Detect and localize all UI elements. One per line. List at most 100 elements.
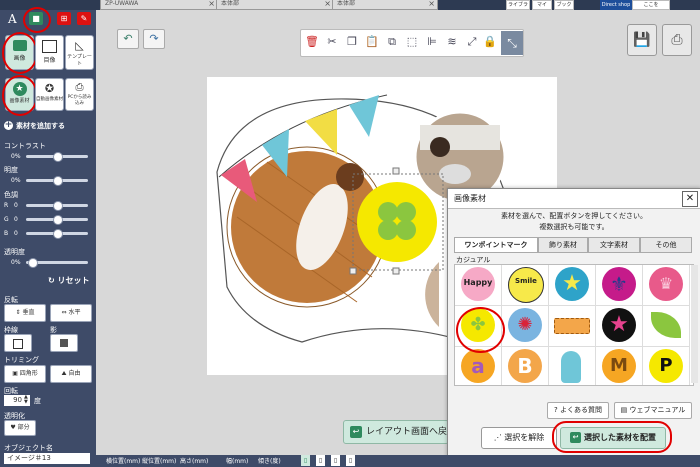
star-badge-icon: ★	[555, 267, 589, 301]
lock-icon[interactable]: 🔒	[483, 35, 497, 49]
select-icon[interactable]: ⬚	[405, 35, 419, 49]
trim-rect-button[interactable]: ▣ 四角形	[4, 365, 46, 383]
reset-button[interactable]: ↻ リセット	[48, 275, 90, 286]
shop-button[interactable]: ここを	[632, 0, 670, 10]
ribbon-item[interactable]: マイ	[532, 0, 552, 10]
ribbon-item[interactable]: ライブラ	[506, 0, 530, 10]
flip-horizontal-button[interactable]: ⇔ 水平	[50, 304, 92, 322]
layers-icon[interactable]: ≋	[445, 35, 459, 49]
text-mode-icon[interactable]: A	[8, 12, 17, 26]
material-item-green-leaf[interactable]	[643, 306, 690, 347]
add-material-link[interactable]: 素材を追加する	[16, 121, 65, 131]
material-item-smile[interactable]: Smile	[502, 265, 549, 306]
link-label: よくある質問	[559, 406, 602, 414]
cut-icon[interactable]: ✂	[325, 35, 339, 49]
copy-icon[interactable]: ❐	[345, 35, 359, 49]
ribbon-item[interactable]: ブック	[554, 0, 574, 10]
material-item-doll[interactable]	[549, 347, 596, 385]
close-icon[interactable]: ×	[208, 0, 215, 8]
shop-label[interactable]: Direct shop	[600, 0, 632, 10]
frame-mode-icon[interactable]: ⊞	[57, 12, 71, 25]
brightness-slider[interactable]	[26, 176, 88, 186]
add-icon[interactable]: +	[4, 121, 13, 130]
tab-label: 本体部	[337, 0, 356, 7]
template-tool-button[interactable]: ◺ テンプレート	[65, 35, 94, 70]
third-photo[interactable]	[425, 262, 439, 327]
tab-text-material[interactable]: 文字素材	[588, 237, 640, 253]
border-button[interactable]	[4, 334, 32, 352]
slider-knob[interactable]	[53, 201, 63, 211]
close-icon[interactable]: ×	[428, 0, 435, 8]
instruction-text: 複数選択も可能です。	[539, 223, 609, 231]
square-icon: ▣	[12, 370, 20, 377]
print-icon[interactable]: ⎙	[662, 24, 692, 56]
layout-return-button[interactable]: ↩ レイアウト画面へ戻	[343, 420, 449, 444]
material-item-leaf[interactable]: ✺	[502, 306, 549, 347]
tab-front[interactable]: 本体部 ×	[216, 0, 334, 10]
rotation-stepper-icon[interactable]: ▲ ▼	[24, 395, 30, 406]
undo-icon[interactable]: ↶	[117, 29, 139, 49]
tag-icon	[554, 318, 590, 334]
grid-scrollbar[interactable]	[691, 265, 698, 383]
transparency-button[interactable]: ♥ 部分	[4, 420, 36, 436]
pc-import-button[interactable]: ⎙ PCから読み込み	[65, 78, 94, 111]
material-item-p[interactable]: P	[643, 347, 690, 385]
auto-material-button[interactable]: ✪ 自動画像素材	[35, 78, 64, 111]
trash-icon[interactable]: 🗑	[305, 35, 319, 49]
trim-free-button[interactable]: ⛰ 自由	[50, 365, 92, 383]
color-g-slider[interactable]	[26, 215, 88, 225]
slider-knob[interactable]	[53, 176, 63, 186]
shape-tool-button[interactable]: 目像	[35, 35, 64, 70]
paste-icon[interactable]: 📋	[365, 35, 379, 49]
tab-one-point-mark[interactable]: ワンポイントマーク	[454, 237, 538, 253]
contrast-slider[interactable]	[26, 152, 88, 162]
duplicate-icon[interactable]: ⧉	[385, 35, 399, 49]
material-item-fleur[interactable]: ⚜	[596, 265, 643, 306]
slider-knob[interactable]	[53, 229, 63, 239]
align-center-icon[interactable]: ▯	[316, 455, 325, 466]
align-icon[interactable]: ⊫	[425, 35, 439, 49]
manual-link[interactable]: ▤ ウェブマニュアル	[614, 402, 692, 419]
material-item-tag[interactable]	[549, 306, 596, 347]
highlight-ring	[2, 75, 38, 116]
fit-icon[interactable]: ⤡	[501, 31, 523, 55]
slider-knob[interactable]	[53, 152, 63, 162]
material-item-star[interactable]: ★	[549, 265, 596, 306]
resize-handle[interactable]	[392, 267, 400, 275]
color-b-slider[interactable]	[26, 229, 88, 239]
slider-knob[interactable]	[53, 215, 63, 225]
brightness-value: 0%	[11, 177, 21, 184]
height-label: 高さ(mm)	[180, 458, 209, 465]
faq-link[interactable]: ? よくある質問	[547, 402, 609, 419]
slider-knob[interactable]	[28, 258, 38, 268]
align-right-icon[interactable]: ▯	[331, 455, 340, 466]
tab-other[interactable]: その他	[640, 237, 692, 253]
shadow-button[interactable]	[50, 334, 78, 352]
opacity-slider[interactable]	[26, 258, 88, 268]
color-r-slider[interactable]	[26, 201, 88, 211]
material-item-m[interactable]: M	[596, 347, 643, 385]
object-name-input[interactable]: イメージ＃13	[4, 453, 90, 464]
highlight-ring	[2, 32, 38, 74]
resize-handle[interactable]	[392, 167, 400, 175]
transform-icon[interactable]: ⤢	[465, 35, 479, 49]
deselect-button[interactable]: ⋰ 選択を解除	[481, 427, 557, 449]
close-icon[interactable]: ✕	[682, 191, 698, 207]
material-item-b[interactable]: B	[502, 347, 549, 385]
clover-mark[interactable]	[357, 182, 437, 262]
tab-document[interactable]: ZP-UWAWA ×	[100, 0, 218, 10]
redo-icon[interactable]: ↷	[143, 29, 165, 49]
align-left-icon[interactable]: ▯	[301, 455, 310, 466]
resize-handle[interactable]	[349, 267, 357, 275]
contrast-label: コントラスト	[4, 142, 46, 150]
material-item-happy[interactable]: Happy	[455, 265, 502, 306]
tab-back[interactable]: 本体部 ×	[332, 0, 438, 10]
save-icon[interactable]: 💾	[627, 24, 657, 56]
material-item-crown[interactable]: ♛	[643, 265, 690, 306]
flip-vertical-button[interactable]: ⇕ 垂直	[4, 304, 46, 322]
distribute-icon[interactable]: ▯	[346, 455, 355, 466]
tab-decoration[interactable]: 飾り素材	[538, 237, 588, 253]
material-item-pink-star[interactable]: ★	[596, 306, 643, 347]
draw-mode-icon[interactable]: ✎	[77, 12, 91, 25]
close-icon[interactable]: ×	[324, 0, 331, 8]
